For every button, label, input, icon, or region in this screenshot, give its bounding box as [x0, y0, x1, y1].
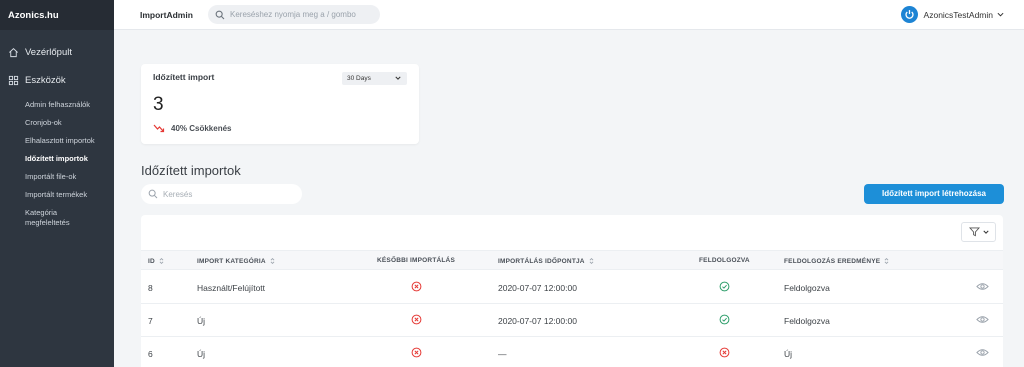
x-circle-icon: [411, 347, 422, 358]
search-icon: [148, 189, 158, 199]
sidebar-item-scheduled-imports[interactable]: Időzített importok: [0, 150, 114, 168]
cell-category: Új: [197, 349, 206, 359]
column-header-category[interactable]: IMPORT KATEGÓRIA: [197, 257, 275, 265]
page-title: Időzített importok: [141, 163, 241, 178]
cell-id: 7: [148, 316, 153, 326]
stat-card-trend: 40% Csökkenés: [153, 124, 231, 133]
search-input[interactable]: Keresés: [141, 184, 302, 204]
check-circle-icon: [719, 314, 730, 325]
column-header-later-import: KÉSŐBBI IMPORTÁLÁS: [377, 257, 455, 264]
cell-id: 6: [148, 349, 153, 359]
cell-id: 8: [148, 283, 153, 293]
cell-category: Új: [197, 316, 206, 326]
stat-card-title: Időzített import: [153, 72, 215, 82]
sidebar-submenu: Admin felhasználók Cronjob-ok Elhalaszto…: [0, 96, 114, 228]
sort-icon: [270, 258, 275, 264]
trend-down-icon: [153, 124, 165, 133]
chevron-down-icon: [982, 230, 989, 234]
filter-icon: [968, 227, 980, 237]
avatar: [900, 6, 918, 23]
chevron-down-icon: [997, 12, 1004, 17]
cell-import-time: 2020-07-07 12:00:00: [498, 316, 577, 326]
stat-card-value: 3: [153, 94, 164, 115]
user-menu[interactable]: AzonicsTestAdmin: [900, 6, 1004, 23]
table-row[interactable]: 8 Használt/Felújított 2020-07-07 12:00:0…: [141, 271, 1003, 304]
cell-category: Használt/Felújított: [197, 283, 266, 293]
data-table: ID IMPORT KATEGÓRIA KÉSŐBBI IMPORTÁLÁS I…: [141, 215, 1003, 367]
sidebar-item-label: Eszközök: [25, 74, 66, 86]
sidebar-item-category-mapping[interactable]: Kategória megfeleltetés: [0, 204, 114, 228]
create-scheduled-import-button[interactable]: Időzített import létrehozása: [864, 184, 1004, 204]
grid-icon: [8, 75, 19, 85]
sidebar-item-label: megfeleltetés: [25, 217, 70, 227]
trend-label: 40% Csökkenés: [171, 124, 232, 133]
sidebar-item-tools[interactable]: Eszközök: [0, 72, 114, 88]
column-header-label: FELDOLGOZVA: [699, 257, 750, 264]
column-header-label: KÉSŐBBI IMPORTÁLÁS: [377, 257, 455, 264]
sidebar-item-cronjobs[interactable]: Cronjob-ok: [0, 114, 114, 132]
chevron-down-icon: [395, 76, 401, 80]
column-header-id[interactable]: ID: [148, 257, 164, 265]
cell-import-time: —: [498, 349, 507, 359]
topbar: ImportAdmin Kereséshez nyomja meg a / go…: [114, 0, 1024, 30]
x-circle-icon: [411, 281, 422, 292]
brand-logo[interactable]: Azonics.hu: [0, 0, 114, 30]
column-header-label: IMPORTÁLÁS IDŐPONTJA: [498, 257, 585, 265]
period-select-value: 30 Days: [347, 75, 371, 82]
power-icon: [904, 10, 914, 19]
sidebar-item-imported-products[interactable]: Importált termékek: [0, 186, 114, 204]
home-icon: [9, 47, 18, 57]
filter-button[interactable]: [961, 222, 996, 242]
eye-icon[interactable]: [976, 281, 989, 292]
period-select[interactable]: 30 Days: [342, 72, 407, 85]
sort-icon: [159, 258, 164, 264]
column-header-label: ID: [148, 257, 155, 265]
sidebar-item-dashboard[interactable]: Vezérlőpult: [0, 44, 114, 60]
column-header-result[interactable]: FELDOLGOZÁS EREDMÉNYE: [784, 257, 889, 265]
sidebar-item-label: Kategória: [25, 208, 58, 217]
column-header-import-time[interactable]: IMPORTÁLÁS IDŐPONTJA: [498, 257, 594, 265]
app-name[interactable]: ImportAdmin: [140, 10, 193, 20]
user-name: AzonicsTestAdmin: [923, 9, 993, 20]
column-header-label: IMPORT KATEGÓRIA: [197, 257, 266, 265]
cell-result: Új: [784, 349, 793, 359]
table-row[interactable]: 7 Új 2020-07-07 12:00:00 Feldolgozva: [141, 304, 1003, 337]
sort-icon: [589, 258, 594, 264]
eye-icon[interactable]: [976, 347, 989, 358]
x-circle-icon: [411, 314, 422, 325]
check-circle-icon: [719, 281, 730, 292]
table-row[interactable]: 6 Új — Új: [141, 337, 1003, 367]
x-circle-icon: [719, 347, 730, 358]
sidebar-item-deferred-imports[interactable]: Elhalasztott importok: [0, 132, 114, 150]
column-header-label: FELDOLGOZÁS EREDMÉNYE: [784, 257, 881, 265]
sidebar-item-admin-users[interactable]: Admin felhasználók: [0, 96, 114, 114]
sidebar-item-imported-files[interactable]: Importált file-ok: [0, 168, 114, 186]
sidebar-item-label: Vezérlőpult: [25, 46, 73, 58]
search-icon: [215, 10, 225, 19]
cell-result: Feldolgozva: [784, 283, 830, 293]
eye-icon[interactable]: [976, 314, 989, 325]
search-placeholder: Keresés: [163, 189, 193, 199]
search-placeholder: Kereséshez nyomja meg a / gombo: [230, 10, 356, 19]
table-header: ID IMPORT KATEGÓRIA KÉSŐBBI IMPORTÁLÁS I…: [141, 250, 1003, 270]
global-search-input[interactable]: Kereséshez nyomja meg a / gombo: [208, 5, 380, 24]
stat-card: Időzített import 30 Days 3 40% Csökkenés: [141, 64, 419, 144]
sort-icon: [884, 258, 889, 264]
cell-result: Feldolgozva: [784, 316, 830, 326]
cell-import-time: 2020-07-07 12:00:00: [498, 283, 577, 293]
column-header-processed: FELDOLGOZVA: [699, 257, 750, 264]
sidebar: Azonics.hu Vezérlőpult Eszközök Admin fe…: [0, 0, 114, 367]
